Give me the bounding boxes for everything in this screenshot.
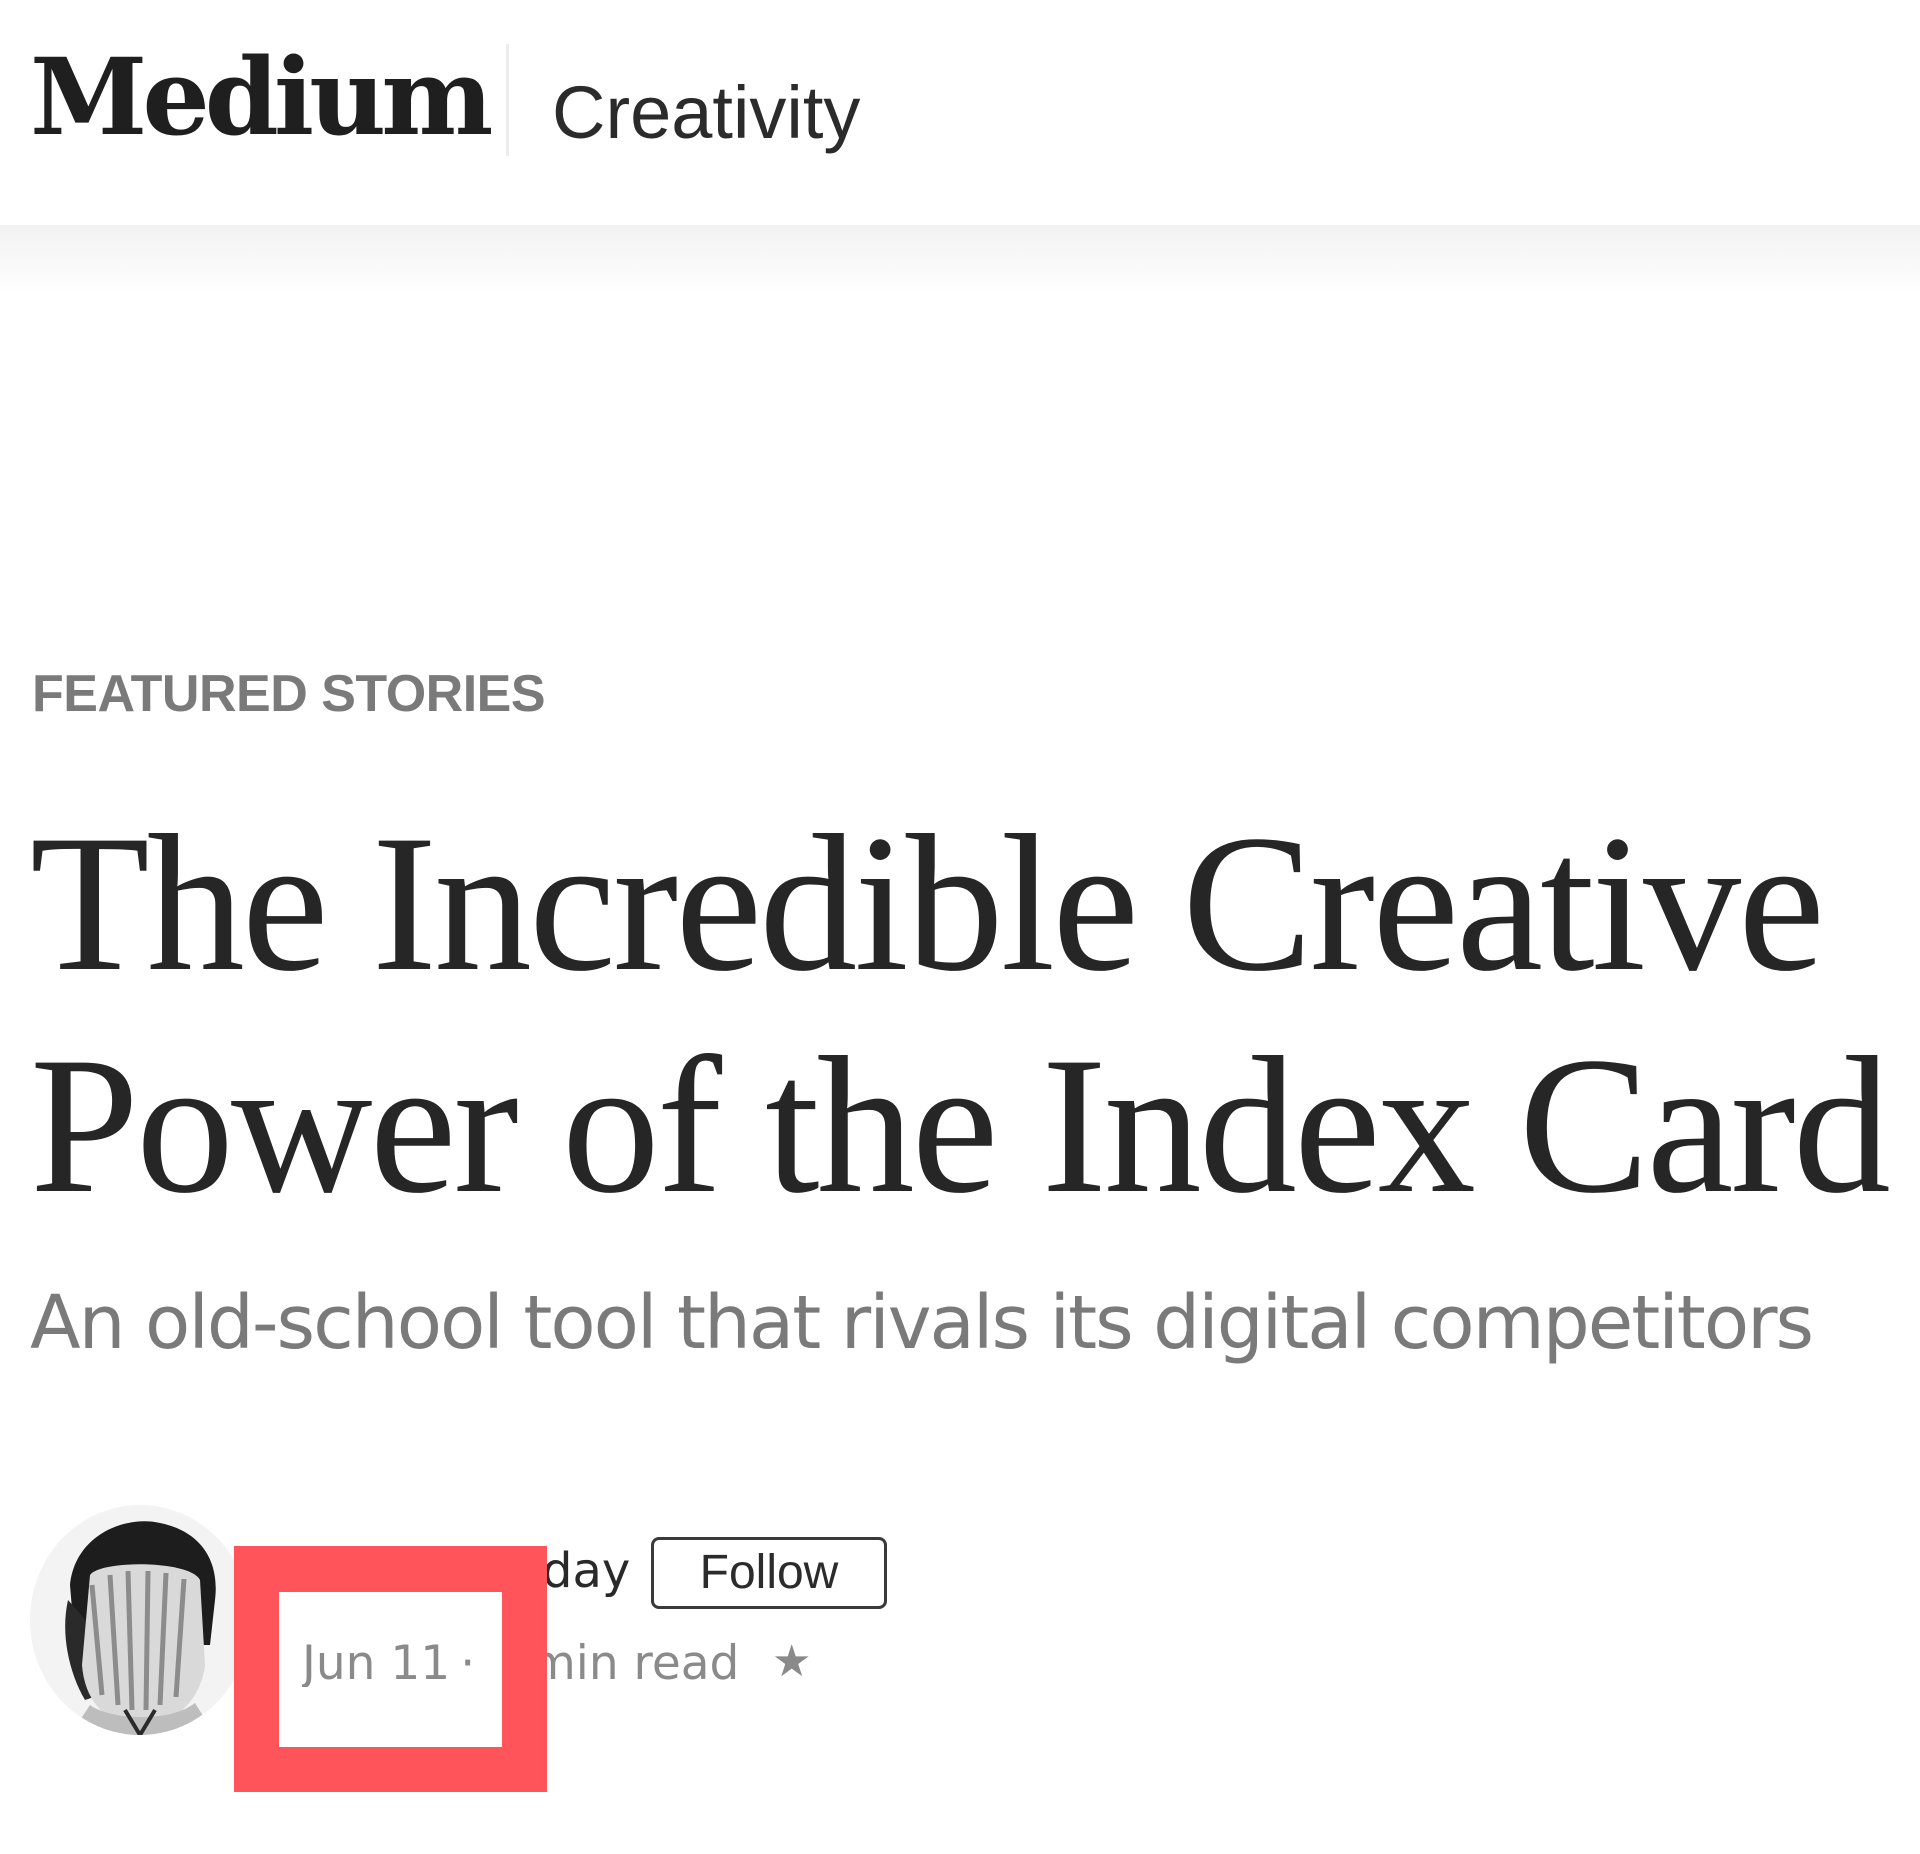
article-title-line-2: Power of the Index Card (30, 1017, 1891, 1234)
author-avatar-photo-icon (30, 1505, 250, 1735)
top-navigation-bar: Medium Creativity (0, 0, 1920, 225)
read-time: 8 min read (485, 1636, 740, 1691)
follow-button[interactable]: Follow (651, 1537, 887, 1609)
header-shadow (0, 225, 1920, 295)
article-subtitle: An old-school tool that rivals its digit… (30, 1280, 1814, 1366)
article-title: The Incredible Creative Power of the Ind… (30, 793, 1891, 1237)
medium-logo[interactable]: Medium (30, 44, 493, 150)
highlighted-date-text: Jun 11 · (302, 1640, 502, 1687)
publication-section-link[interactable]: Creativity (552, 76, 860, 150)
highlighted-date: Jun 11 (302, 1640, 451, 1687)
highlighted-separator: · (460, 1640, 476, 1687)
featured-stories-label[interactable]: FEATURED STORIES (32, 668, 546, 720)
star-icon: ★ (772, 1636, 812, 1687)
nav-divider (506, 44, 509, 156)
author-avatar[interactable] (30, 1505, 250, 1735)
author-name-link[interactable]: day (542, 1547, 630, 1595)
article-title-line-1: The Incredible Creative (30, 795, 1825, 1012)
